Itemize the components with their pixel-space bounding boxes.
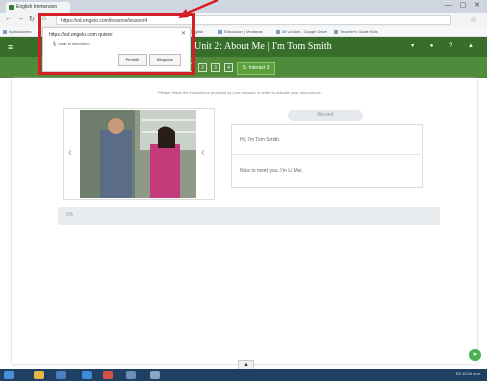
- mic-instruction-text: Please follow the instructions provided …: [158, 90, 322, 95]
- current-activity-tab[interactable]: 5. Interact 3: [237, 62, 276, 75]
- bookmark-item[interactable]: Mi Unidad - Google Drive: [276, 27, 327, 36]
- media-player-icon[interactable]: [56, 371, 66, 379]
- chevron-left-icon[interactable]: ‹: [201, 145, 205, 159]
- lesson-title: Unit 2: About Me | I'm Tom Smith: [194, 41, 332, 52]
- chrome-icon[interactable]: [103, 371, 113, 379]
- record-button[interactable]: Record: [288, 110, 363, 121]
- taskbar-app-icon[interactable]: [126, 371, 136, 379]
- browser-tab-strip: English Immersion — ▢ ✕: [0, 0, 487, 13]
- internet-explorer-icon[interactable]: [82, 371, 92, 379]
- step-button[interactable]: 4: [224, 63, 233, 72]
- chevron-left-icon[interactable]: ‹: [68, 145, 72, 159]
- file-explorer-icon[interactable]: [34, 371, 44, 379]
- video-thumbnail[interactable]: [80, 110, 196, 198]
- system-tray[interactable]: ES 10:24 a.m.: [456, 371, 481, 376]
- bookmark-item[interactable]: Aplicaciones: [3, 27, 31, 36]
- site-favicon-icon: [9, 5, 14, 10]
- bookmark-star-icon[interactable]: ☆: [470, 15, 477, 24]
- window-controls[interactable]: — ▢ ✕: [445, 1, 483, 9]
- taskbar-app-icon[interactable]: [150, 371, 160, 379]
- dialogue-divider: [231, 154, 421, 155]
- header-actions[interactable]: ▾ ● ? ▲: [411, 42, 481, 49]
- browser-tab[interactable]: English Immersion: [6, 2, 70, 13]
- dialogue-line[interactable]: Nice to meet you. I'm Li Mei.: [240, 168, 303, 174]
- progress-text: 0%: [66, 212, 74, 218]
- step-button[interactable]: 3: [211, 63, 220, 72]
- next-arrow-icon[interactable]: ➤: [469, 349, 481, 361]
- bookmark-item[interactable]: Teacher's Guide Kids: [334, 27, 378, 36]
- step-button[interactable]: 2: [198, 63, 207, 72]
- bookmark-item[interactable]: Educación | Ventanas: [218, 27, 263, 36]
- dialogue-box: Hi, I'm Tom Smith. Nice to meet you. I'm…: [231, 124, 423, 188]
- dialogue-scene-image: [80, 110, 196, 198]
- windows-taskbar: ES 10:24 a.m.: [0, 369, 487, 381]
- highlight-box: [38, 13, 195, 75]
- forward-icon[interactable]: →: [17, 15, 24, 22]
- progress-strip: 0%: [58, 207, 440, 225]
- dialogue-line[interactable]: Hi, I'm Tom Smith.: [240, 137, 280, 143]
- menu-icon[interactable]: ≡: [8, 42, 13, 52]
- reload-icon[interactable]: ↻: [29, 15, 35, 23]
- back-icon[interactable]: ←: [5, 15, 12, 22]
- tab-title: English Immersion: [16, 4, 58, 10]
- start-icon[interactable]: [4, 371, 14, 379]
